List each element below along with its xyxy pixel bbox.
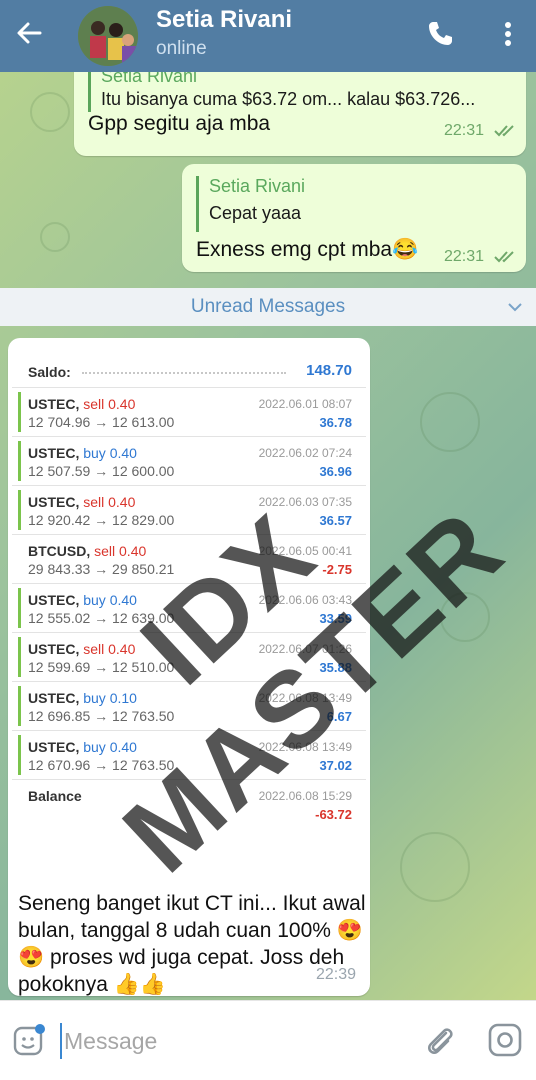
balance-value: -63.72 [315, 807, 352, 822]
trade-history-image[interactable]: Saldo: 148.70 USTEC, sell 0.40 12 704.96… [12, 346, 366, 828]
background-doodle [400, 832, 470, 902]
reply-quote[interactable]: Setia Rivani Itu bisanya cuma $63.72 om.… [88, 72, 475, 112]
avatar-photo-icon [78, 6, 138, 66]
trade-profit: 36.78 [319, 415, 352, 430]
trade-row: BTCUSD, sell 0.40 29 843.33 → 29 850.21 … [12, 535, 366, 584]
trade-side: buy 0.40 [83, 445, 137, 461]
trade-datetime: 2022.06.01 08:07 [258, 397, 352, 411]
trade-row: USTEC, sell 0.40 12 704.96 → 12 613.00 2… [12, 388, 366, 437]
quote-sender: Setia Rivani [101, 72, 198, 86]
trade-side: buy 0.40 [83, 739, 137, 755]
message-input[interactable] [60, 1023, 360, 1059]
trade-symbol: USTEC, sell 0.40 [28, 396, 136, 412]
trade-prices: 29 843.33 → 29 850.21 [28, 561, 175, 577]
outgoing-message[interactable]: Setia Rivani Cepat yaaa Exness emg cpt m… [182, 164, 526, 272]
reply-quote[interactable]: Setia Rivani Cepat yaaa [196, 176, 305, 232]
sticker-emoji-icon[interactable] [12, 1023, 46, 1057]
chat-header: Setia Rivani online [0, 0, 536, 72]
balance-datetime: 2022.06.08 15:29 [258, 789, 352, 803]
read-ticks-icon [494, 251, 514, 263]
message-text: Gpp segitu aja mba [88, 112, 271, 135]
trade-side: sell 0.40 [94, 543, 147, 559]
message-time: 22:31 [444, 248, 485, 265]
unread-divider: Unread Messages [0, 288, 536, 326]
message-caption: Seneng banget ikut CT ini... Ikut awal b… [18, 892, 366, 996]
trade-symbol: USTEC, sell 0.40 [28, 641, 136, 657]
trade-profit: 37.02 [319, 758, 352, 773]
background-doodle [40, 222, 70, 252]
trade-datetime: 2022.06.06 03:43 [258, 593, 352, 607]
phone-call-icon[interactable] [424, 18, 456, 50]
trade-symbol: BTCUSD, sell 0.40 [28, 543, 147, 559]
trade-datetime: 2022.06.03 07:35 [258, 495, 352, 509]
unread-label: Unread Messages [190, 296, 346, 317]
saldo-label: Saldo: [28, 364, 71, 380]
message-composer [0, 1000, 536, 1080]
quote-text: Cepat yaaa [209, 203, 302, 223]
balance-label: Balance [28, 788, 82, 804]
outgoing-message[interactable]: Setia Rivani Itu bisanya cuma $63.72 om.… [74, 72, 526, 156]
trade-datetime: 2022.06.08 13:49 [258, 691, 352, 705]
trade-prices: 12 670.96 → 12 763.50 [28, 757, 175, 773]
trade-prices: 12 599.69 → 12 510.00 [28, 659, 175, 675]
trade-datetime: 2022.06.08 13:49 [258, 740, 352, 754]
dotted-leader [82, 372, 286, 374]
trade-profit: 36.96 [319, 464, 352, 479]
trade-row: USTEC, buy 0.40 12 555.02 → 12 639.00 20… [12, 584, 366, 633]
background-doodle [420, 392, 480, 452]
quote-sender: Setia Rivani [209, 176, 306, 196]
trade-symbol: USTEC, buy 0.40 [28, 739, 137, 755]
trade-profit: 33.59 [319, 611, 352, 626]
saldo-row: Saldo: 148.70 [12, 346, 366, 388]
trade-prices: 12 920.42 → 12 829.00 [28, 512, 175, 528]
trade-side: buy 0.40 [83, 592, 137, 608]
trade-profit: 6.67 [326, 709, 352, 724]
quote-text: Itu bisanya cuma $63.72 om... kalau $63.… [101, 89, 476, 109]
trade-prices: 12 696.85 → 12 763.50 [28, 708, 175, 724]
trade-side: sell 0.40 [83, 396, 136, 412]
back-arrow-icon[interactable] [14, 18, 44, 48]
message-time: 22:31 [444, 122, 485, 139]
trade-symbol: USTEC, buy 0.10 [28, 690, 137, 706]
camera-icon[interactable] [486, 1021, 524, 1059]
chat-area[interactable]: Setia Rivani Itu bisanya cuma $63.72 om.… [0, 72, 536, 1000]
trade-side: sell 0.40 [83, 641, 136, 657]
saldo-value: 148.70 [306, 362, 352, 379]
message-text: Exness emg cpt mba😂 [196, 238, 419, 261]
background-doodle [30, 92, 70, 132]
paperclip-attach-icon[interactable] [422, 1021, 456, 1059]
balance-row: Balance 2022.06.08 15:29 -63.72 [12, 780, 366, 828]
trade-prices: 12 555.02 → 12 639.00 [28, 610, 175, 626]
background-doodle [440, 592, 490, 642]
trade-profit: -2.75 [322, 562, 352, 577]
chat-title[interactable]: Setia Rivani [156, 6, 292, 34]
read-ticks-icon [494, 125, 514, 137]
trade-row: USTEC, buy 0.10 12 696.85 → 12 763.50 20… [12, 682, 366, 731]
trade-prices: 12 507.59 → 12 600.00 [28, 463, 175, 479]
trade-symbol: USTEC, sell 0.40 [28, 494, 136, 510]
trade-profit: 36.57 [319, 513, 352, 528]
trade-datetime: 2022.06.05 00:41 [258, 544, 352, 558]
trade-side: sell 0.40 [83, 494, 136, 510]
chevron-down-icon[interactable] [506, 298, 524, 316]
trade-symbol: USTEC, buy 0.40 [28, 445, 137, 461]
trade-symbol: USTEC, buy 0.40 [28, 592, 137, 608]
message-time: 22:39 [315, 966, 356, 983]
trade-row: USTEC, buy 0.40 12 507.59 → 12 600.00 20… [12, 437, 366, 486]
trade-profit: 35.88 [319, 660, 352, 675]
trade-side: buy 0.10 [83, 690, 137, 706]
incoming-photo-message[interactable]: Saldo: 148.70 USTEC, sell 0.40 12 704.96… [8, 338, 370, 996]
trade-datetime: 2022.06.02 07:24 [258, 446, 352, 460]
avatar[interactable] [78, 6, 138, 66]
trade-datetime: 2022.06.07 01:26 [258, 642, 352, 656]
online-status: online [156, 38, 207, 59]
more-vert-icon[interactable] [496, 18, 520, 50]
trade-row: USTEC, sell 0.40 12 599.69 → 12 510.00 2… [12, 633, 366, 682]
trade-row: USTEC, sell 0.40 12 920.42 → 12 829.00 2… [12, 486, 366, 535]
trade-row: USTEC, buy 0.40 12 670.96 → 12 763.50 20… [12, 731, 366, 780]
trade-prices: 12 704.96 → 12 613.00 [28, 414, 175, 430]
